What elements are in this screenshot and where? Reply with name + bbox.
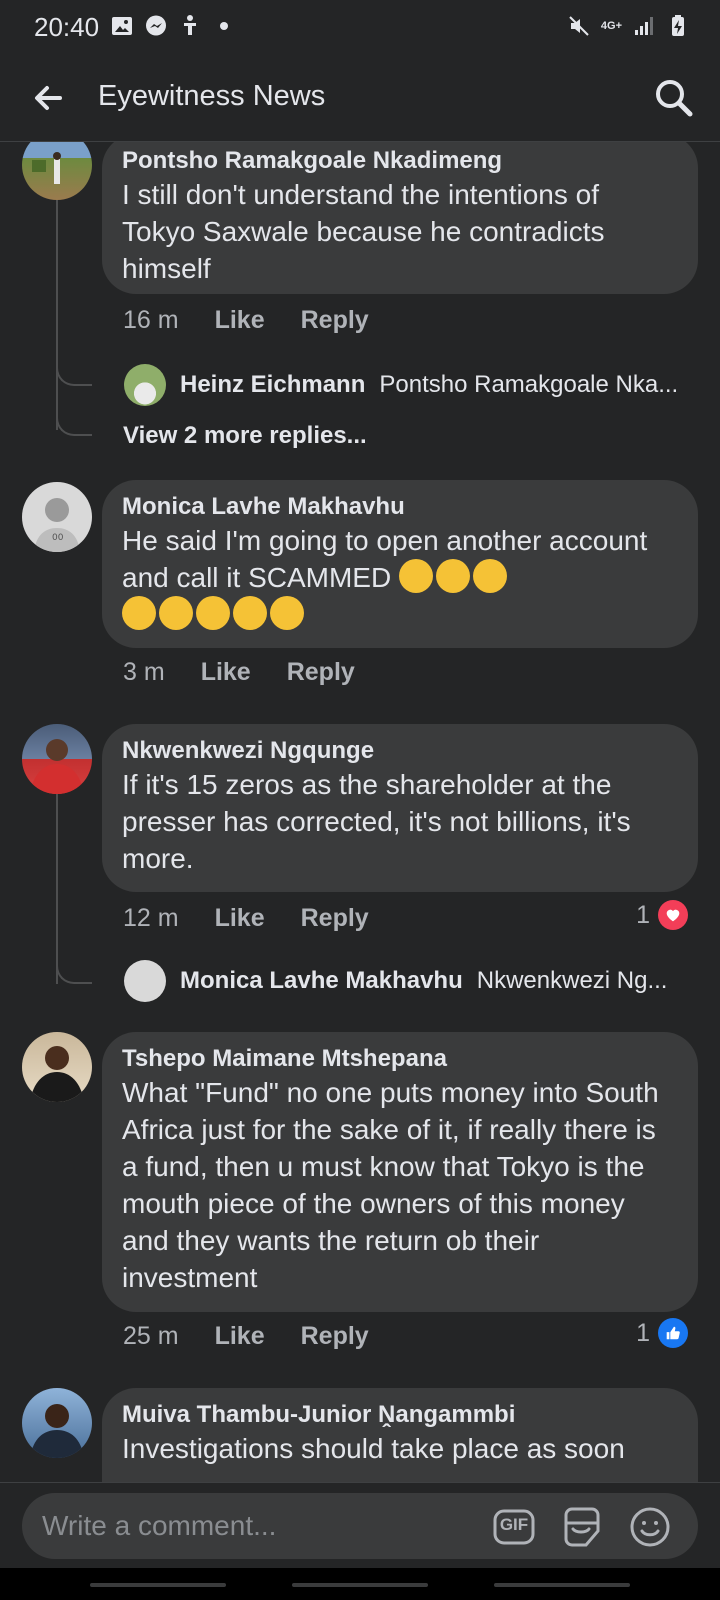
reply-text: Pontsho Ramakgoale Nka... [379,371,679,398]
avatar [124,960,166,1002]
avatar-image [32,152,61,184]
reply-preview[interactable]: Monica Lavhe Makhavhu Nkwenkwezi Ng... [124,960,667,1002]
reply-button[interactable]: Reply [301,904,369,933]
avatar [124,364,166,406]
comment-time: 12 m [123,904,179,932]
reply-author: Heinz Eichmann [180,371,366,398]
battery-charging-icon [672,15,684,36]
sweat-smile-emoji [122,596,307,630]
comment-actions: 3 m Like Reply [123,658,355,687]
status-icons-left [110,14,236,38]
svg-text:00: 00 [52,533,64,543]
thread-branch [56,352,92,386]
comments-feed[interactable]: Pontsho Ramakgoale Nkadimeng I still don… [0,142,720,1482]
comment-time: 16 m [123,306,179,334]
avatar-image: 00 [34,498,80,552]
sticker-icon[interactable] [560,1505,604,1549]
comment-composer[interactable]: GIF [22,1493,698,1559]
nav-back-handle[interactable] [494,1583,630,1587]
reply-button[interactable]: Reply [301,1322,369,1351]
sweat-smile-emoji [398,559,510,593]
accessibility-icon [184,15,196,35]
mute-icon [569,16,589,36]
app-bar: Eyewitness News [0,56,720,142]
gif-label: GIF [499,1515,529,1534]
nav-recents-handle[interactable] [90,1583,226,1587]
search-icon[interactable] [652,76,696,120]
nav-home-handle[interactable] [292,1583,428,1587]
messenger-icon [146,15,166,36]
avatar[interactable] [22,724,92,794]
avatar[interactable] [22,1388,92,1458]
avatar[interactable] [22,142,92,200]
comment-actions: 25 m Like Reply [123,1322,369,1351]
page-title: Eyewitness News [98,80,326,112]
arrow-left-icon[interactable] [28,78,68,118]
thread-branch [56,952,92,984]
view-more-replies-link[interactable]: View 2 more replies... [123,422,367,450]
comment-bubble[interactable]: Muiva Thambu-Junior Ṋangammbi Investigat… [102,1388,698,1482]
thread-branch [56,392,92,436]
like-button[interactable]: Like [215,306,265,335]
comment-time: 25 m [123,1322,179,1350]
reply-preview[interactable]: Heinz Eichmann Pontsho Ramakgoale Nka... [124,364,678,406]
comment-bubble[interactable]: Monica Lavhe Makhavhu He said I'm going … [102,480,698,648]
comment-input[interactable] [42,1508,462,1544]
comment-bubble[interactable]: Nkwenkwezi Ngqunge If it's 15 zeros as t… [102,724,698,892]
dot-icon [220,22,228,30]
reply-author: Monica Lavhe Makhavhu [180,967,463,994]
reply-button[interactable]: Reply [287,658,355,687]
comment-time: 3 m [123,658,165,686]
avatar[interactable] [22,1032,92,1102]
system-navigation-bar [0,1568,720,1600]
comment-text: If it's 15 zeros as the shareholder at t… [122,769,631,874]
avatar[interactable]: 00 [22,482,92,552]
signal-icon [635,17,653,35]
comment-author[interactable]: Pontsho Ramakgoale Nkadimeng [122,146,678,176]
reply-button[interactable]: Reply [301,306,369,335]
reaction-count-number: 1 [636,900,650,929]
comment-text: What "Fund" no one puts money into South… [122,1077,659,1293]
comment-actions: 12 m Like Reply [123,904,369,933]
comment-actions: 16 m Like Reply [123,306,369,335]
comment-author[interactable]: Monica Lavhe Makhavhu [122,492,678,522]
status-icons-right: 4G+ [567,14,690,38]
gallery-icon [112,17,132,35]
comment-text-content: He said I'm going to open another accoun… [122,525,648,593]
comment-text: Investigations should take place as soon [122,1433,625,1464]
avatar-image [30,739,84,794]
avatar-image [30,1046,84,1102]
like-button[interactable]: Like [215,904,265,933]
smiley-icon[interactable] [628,1505,672,1549]
comment-bubble[interactable]: Tshepo Maimane Mtshepana What "Fund" no … [102,1032,698,1312]
comment-author[interactable]: Nkwenkwezi Ngqunge [122,736,678,766]
heart-icon [658,900,688,930]
reply-text: Nkwenkwezi Ng... [476,967,668,994]
comment-bubble[interactable]: Pontsho Ramakgoale Nkadimeng I still don… [102,142,698,294]
comment-author[interactable]: Tshepo Maimane Mtshepana [122,1044,678,1074]
like-button[interactable]: Like [215,1322,265,1351]
status-time: 20:40 [34,12,100,42]
comment-author[interactable]: Muiva Thambu-Junior Ṋangammbi [122,1400,678,1430]
status-bar: 20:40 4G+ [0,0,720,56]
reaction-count[interactable]: 1 [636,900,688,930]
thumbs-up-icon [658,1318,688,1348]
reaction-count[interactable]: 1 [636,1318,688,1348]
comment-text: I still don't understand the intentions … [122,179,605,284]
network-4g-icon: 4G+ [600,20,622,32]
avatar-image [30,1404,84,1458]
gif-button[interactable]: GIF [492,1505,536,1549]
comment-composer-bar: GIF [0,1482,720,1568]
comment-text: He said I'm going to open another accoun… [122,522,678,633]
reaction-count-number: 1 [636,1318,650,1347]
like-button[interactable]: Like [201,658,251,687]
